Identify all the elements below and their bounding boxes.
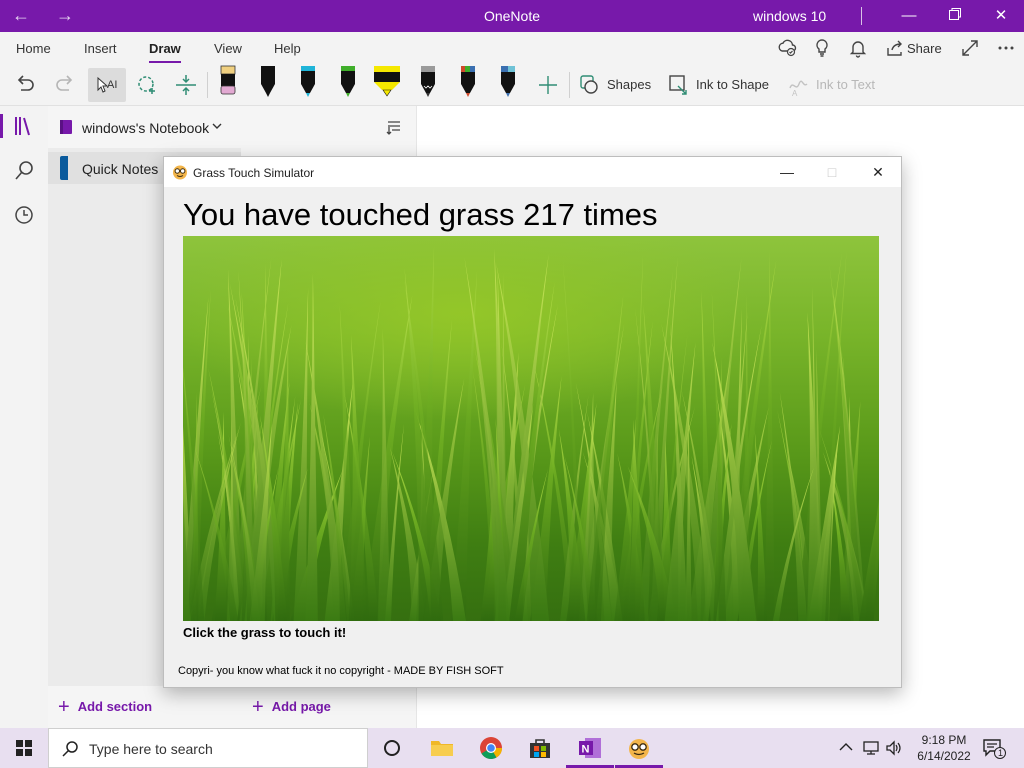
- add-pen-icon[interactable]: [535, 72, 561, 98]
- add-section-button[interactable]: + Add section: [58, 696, 152, 719]
- highlighter-icon[interactable]: [372, 64, 402, 98]
- more-options-icon[interactable]: [996, 38, 1016, 58]
- touch-counter-label: You have touched grass 217 times: [183, 197, 658, 232]
- microsoft-store-icon[interactable]: [526, 734, 554, 762]
- recent-notes-icon[interactable]: [12, 203, 36, 227]
- bell-icon[interactable]: [848, 38, 868, 58]
- chevron-up-icon[interactable]: [839, 742, 853, 752]
- galaxy-pen-icon[interactable]: [417, 64, 439, 98]
- text-cursor-icon: AI: [97, 76, 117, 93]
- rail-selected-marker: [0, 114, 3, 138]
- svg-text:A: A: [792, 89, 798, 98]
- nerd-face-icon: [173, 165, 187, 180]
- undo-icon[interactable]: [12, 72, 38, 98]
- lightbulb-icon[interactable]: [812, 38, 832, 58]
- notification-count: 1: [997, 748, 1003, 758]
- expand-icon[interactable]: [960, 38, 980, 58]
- share-icon[interactable]: [885, 38, 905, 58]
- ink-to-shape-icon[interactable]: [666, 72, 692, 98]
- titlebar-divider: [861, 7, 862, 25]
- cortana-icon[interactable]: [378, 734, 406, 762]
- ink-to-shape-button[interactable]: Ink to Shape: [696, 77, 769, 92]
- volume-icon[interactable]: [885, 739, 903, 757]
- title-bar: ← → OneNote windows 10 — ✕: [0, 0, 1024, 32]
- section-label: Quick Notes: [82, 161, 159, 177]
- search-placeholder: Type here to search: [89, 741, 213, 757]
- close-icon[interactable]: ✕: [986, 4, 1016, 28]
- system-clock[interactable]: 9:18 PM 6/14/2022: [912, 732, 976, 764]
- plus-icon: +: [252, 696, 264, 718]
- chevron-down-icon[interactable]: [212, 123, 222, 131]
- clock-date: 6/14/2022: [917, 749, 971, 763]
- taskbar: Type here to search N 9:18 PM 6/14/2022 …: [0, 728, 1024, 768]
- black-pen-icon[interactable]: [257, 64, 279, 98]
- ocean-pen-icon[interactable]: [497, 64, 519, 98]
- ribbon-tabs: Home Insert Draw View Help Share: [0, 32, 1024, 64]
- instruction-label: Click the grass to touch it!: [183, 625, 347, 640]
- eraser-icon[interactable]: [217, 64, 239, 98]
- notebook-title[interactable]: windows's Notebook: [82, 120, 209, 136]
- type-select-tool[interactable]: AI: [88, 68, 126, 102]
- plus-icon: +: [58, 696, 70, 718]
- notebook-header[interactable]: windows's Notebook: [48, 106, 417, 148]
- lasso-select-icon[interactable]: [134, 72, 160, 98]
- tab-home[interactable]: Home: [16, 41, 51, 56]
- navigation-rail: [0, 106, 48, 728]
- redo-icon[interactable]: [52, 72, 78, 98]
- cyan-pen-icon[interactable]: [297, 64, 319, 98]
- search-icon[interactable]: [12, 159, 36, 183]
- dialog-title-bar[interactable]: Grass Touch Simulator — □ ✕: [164, 157, 901, 187]
- sort-icon[interactable]: [385, 118, 403, 136]
- add-section-label: Add section: [77, 699, 153, 714]
- shapes-icon[interactable]: [577, 72, 603, 98]
- rainbow-pen-icon[interactable]: [457, 64, 479, 98]
- network-icon[interactable]: [862, 739, 880, 757]
- dialog-maximize-icon: □: [827, 164, 837, 180]
- draw-toolbar: AI Shapes Ink to Shape A Ink to Text: [0, 64, 1024, 106]
- tab-help[interactable]: Help: [274, 41, 301, 56]
- notebooks-icon[interactable]: [12, 114, 36, 138]
- ink-to-text-button: Ink to Text: [816, 77, 876, 92]
- action-center-button[interactable]: 1: [982, 737, 1006, 759]
- app-title: OneNote: [483, 8, 541, 24]
- onenote-icon[interactable]: N: [576, 734, 604, 762]
- file-explorer-icon[interactable]: [428, 734, 456, 762]
- minimize-icon[interactable]: —: [894, 4, 924, 28]
- search-icon: [62, 741, 78, 757]
- copyright-label: Copyri- you know what fuck it no copyrig…: [178, 665, 504, 677]
- tab-insert[interactable]: Insert: [84, 41, 117, 56]
- green-pen-icon[interactable]: [337, 64, 359, 98]
- add-space-icon[interactable]: [173, 72, 199, 98]
- grass-image-button[interactable]: [183, 236, 879, 621]
- shapes-button[interactable]: Shapes: [607, 77, 651, 92]
- dialog-title: Grass Touch Simulator: [193, 166, 315, 180]
- share-button[interactable]: Share: [907, 41, 942, 56]
- svg-text:AI: AI: [107, 79, 117, 91]
- add-page-label: Add page: [271, 699, 331, 714]
- clock-time: 9:18 PM: [921, 733, 967, 747]
- chrome-icon[interactable]: [477, 734, 505, 762]
- grass-blade: [763, 251, 775, 621]
- dialog-close-icon[interactable]: ✕: [863, 160, 893, 184]
- grass-blade: [293, 287, 309, 621]
- user-name[interactable]: windows 10: [753, 8, 826, 24]
- grass-simulator-taskbar-icon[interactable]: [625, 734, 653, 762]
- tab-draw[interactable]: Draw: [149, 41, 181, 63]
- notebook-icon: [60, 120, 72, 134]
- svg-text:N: N: [582, 744, 590, 756]
- grass-photo: [183, 246, 879, 621]
- grass-blade: [348, 334, 367, 621]
- ink-to-text-icon: A: [789, 80, 808, 98]
- tab-view[interactable]: View: [214, 41, 242, 56]
- taskbar-search-input[interactable]: Type here to search: [48, 728, 368, 768]
- restore-icon[interactable]: [940, 4, 970, 28]
- windows-start-icon[interactable]: [0, 728, 48, 768]
- add-page-button[interactable]: + Add page: [252, 696, 331, 719]
- grass-touch-simulator-window: Grass Touch Simulator — □ ✕ You have tou…: [163, 156, 902, 688]
- sync-icon[interactable]: [777, 38, 797, 58]
- toolbar-divider: [569, 72, 570, 98]
- dialog-minimize-icon[interactable]: —: [772, 160, 802, 184]
- section-color-tab: [60, 156, 68, 180]
- toolbar-divider: [207, 72, 208, 98]
